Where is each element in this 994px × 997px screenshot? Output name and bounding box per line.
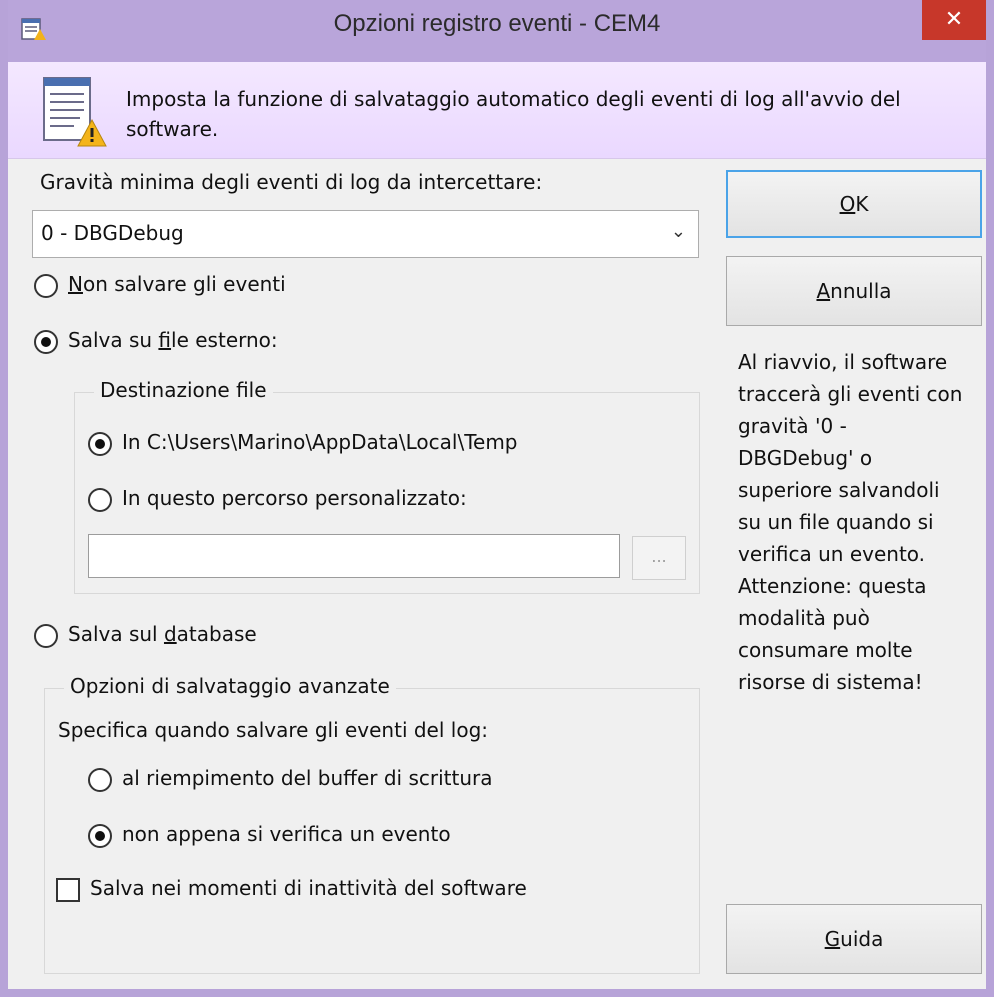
dialog-content: Gravità minima degli eventi di log da in…	[8, 158, 986, 989]
radio-immediate-label[interactable]: non appena si verifica un evento	[122, 822, 451, 846]
idle-save-checkbox[interactable]	[56, 878, 80, 902]
radio-selected-dot	[41, 337, 51, 347]
cancel-button[interactable]: Annulla	[726, 256, 982, 326]
dialog-window: Opzioni registro eventi - CEM4 ✕ Imposta…	[0, 0, 994, 997]
radio-external-file-label[interactable]: Salva su file esterno:	[68, 328, 278, 352]
radio-no-save[interactable]	[34, 274, 58, 298]
radio-immediate[interactable]	[88, 824, 112, 848]
window-title: Opzioni registro eventi - CEM4	[333, 10, 661, 37]
log-warning-icon	[43, 77, 107, 147]
help-button[interactable]: Guida	[726, 904, 982, 974]
radio-buffer-full[interactable]	[88, 768, 112, 792]
advanced-instruction: Specifica quando salvare gli eventi del …	[58, 718, 488, 742]
destination-group-title: Destinazione file	[94, 378, 273, 402]
browse-button[interactable]: ...	[632, 536, 686, 580]
radio-database-label[interactable]: Salva sul database	[68, 622, 257, 646]
radio-external-file[interactable]	[34, 330, 58, 354]
info-banner: Imposta la funzione di salvataggio autom…	[8, 62, 986, 159]
chevron-down-icon: ⌄	[670, 221, 686, 242]
idle-save-label[interactable]: Salva nei momenti di inattività del soft…	[90, 876, 527, 900]
advanced-group-title: Opzioni di salvataggio avanzate	[64, 674, 396, 698]
info-text: Al riavvio, il software traccerà gli eve…	[738, 350, 963, 694]
radio-no-save-label[interactable]: Non salvare gli eventi	[68, 272, 286, 296]
radio-temp-folder[interactable]	[88, 432, 112, 456]
radio-buffer-full-label[interactable]: al riempimento del buffer di scrittura	[122, 766, 492, 790]
close-button[interactable]: ✕	[922, 0, 986, 40]
severity-select[interactable]: 0 - DBGDebug ⌄	[32, 210, 699, 258]
severity-label: Gravità minima degli eventi di log da in…	[40, 170, 543, 194]
custom-path-input[interactable]	[88, 534, 620, 578]
title-bar[interactable]: Opzioni registro eventi - CEM4 ✕	[8, 0, 986, 62]
radio-temp-folder-label[interactable]: In C:\Users\Marino\AppData\Local\Temp	[122, 430, 518, 454]
banner-text: Imposta la funzione di salvataggio autom…	[126, 87, 901, 141]
radio-selected-dot	[95, 439, 105, 449]
radio-selected-dot	[95, 831, 105, 841]
ok-button[interactable]: OK	[726, 170, 982, 238]
radio-custom-path-label[interactable]: In questo percorso personalizzato:	[122, 486, 467, 510]
radio-database[interactable]	[34, 624, 58, 648]
severity-selected-value: 0 - DBGDebug	[41, 221, 184, 245]
radio-custom-path[interactable]	[88, 488, 112, 512]
